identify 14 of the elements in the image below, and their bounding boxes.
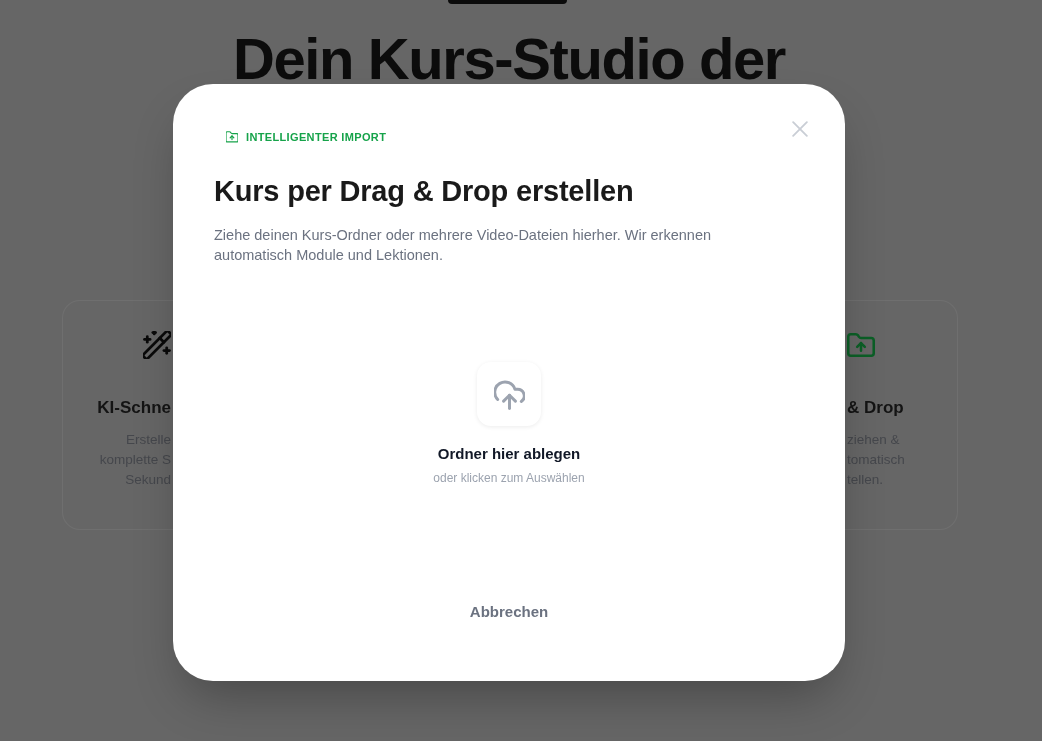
cloud-upload-icon[interactable] (477, 362, 541, 426)
cancel-button[interactable]: Abbrechen (453, 594, 565, 630)
dialog-description: Ziehe deinen Kurs-Ordner oder mehrere Video-Dateien hierher. Wir erkennen automatisch Module und Lektionen. (214, 226, 713, 265)
folder-upload-icon (847, 330, 875, 359)
section-label: INTELLIGENTER IMPORT (246, 130, 387, 144)
feature-title: & Drop (847, 396, 905, 419)
magic-wand-icon (143, 330, 171, 359)
drop-zone-hint: oder klicken zum Auswählen (433, 470, 585, 486)
drop-zone-title: Ordner hier ablegen (437, 444, 581, 464)
page-heading: Dein Kurs-Studio der (232, 27, 787, 91)
close-icon (792, 121, 808, 137)
dialog-title: Kurs per Drag & Drop erstellen (214, 174, 635, 208)
feature-title: KI-Schne (96, 396, 171, 419)
folder-upload-icon (226, 131, 238, 143)
